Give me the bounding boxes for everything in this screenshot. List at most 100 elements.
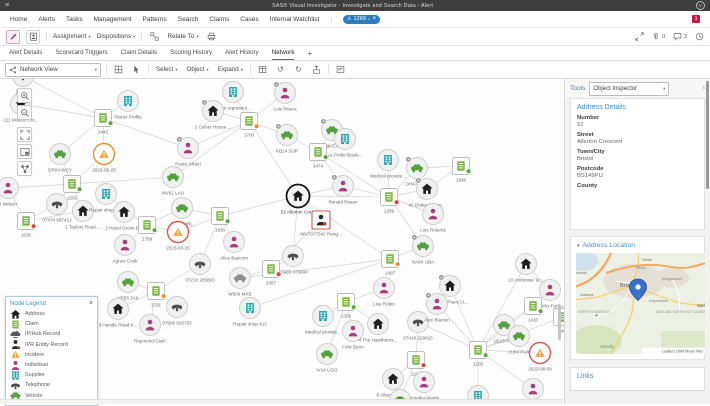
details-button[interactable] <box>26 30 40 44</box>
graph-node-agnes[interactable]: Agnes Cook <box>112 235 138 264</box>
nav-item-alerts[interactable]: Alerts <box>38 16 55 23</box>
zoom-in-button[interactable] <box>17 88 32 103</box>
graph-node-medical2[interactable]: Medical provide... <box>305 306 341 335</box>
graph-node-c1497[interactable]: 1497 <box>382 251 401 276</box>
tab-scoring-history[interactable]: Scoring History <box>170 49 212 60</box>
relate-icon-button[interactable] <box>148 30 161 43</box>
user-avatar[interactable]: V <box>696 1 705 10</box>
nav-item-claims[interactable]: Claims <box>209 16 229 23</box>
tab-network[interactable]: Network <box>272 49 295 60</box>
graph-node-c1709[interactable]: 1709 <box>139 217 158 242</box>
graph-node-p07418[interactable]: 07418 229015 <box>403 312 433 341</box>
fullscreen-button[interactable] <box>635 32 644 41</box>
graph-node-w0315[interactable]: 2023-03-15 <box>166 222 190 251</box>
graph-node-paula[interactable]: Paula Johen <box>175 137 201 167</box>
assignment-menu[interactable]: Assignment▾ <box>53 33 91 40</box>
zoom-out-button[interactable] <box>17 105 32 120</box>
redo-button[interactable]: ↻ <box>292 63 305 76</box>
network-view-select[interactable]: Network View ▾ <box>5 63 101 77</box>
graph-node-luisriv[interactable]: Luis Rivera <box>274 82 297 112</box>
tab-alert-history[interactable]: Alert History <box>225 49 259 60</box>
graph-node-aller52[interactable]: 52 Allerton Cre... <box>281 185 315 215</box>
address-location-header[interactable]: ▾ Address Location <box>577 242 699 249</box>
graph-node-wu[interactable]: WU7077342 Reng... <box>300 211 342 237</box>
graph-node-kb14[interactable]: KB14 SUP <box>276 124 298 154</box>
dispositions-menu[interactable]: Dispositions▾ <box>97 33 136 40</box>
graph-node-dr04[interactable]: DR04 WCY <box>48 144 72 173</box>
tab-alert-details[interactable]: Alert Details <box>9 49 42 60</box>
undo-button[interactable]: ↺ <box>274 63 287 76</box>
graph-node-na84[interactable]: NA84 UBA <box>412 235 435 265</box>
graph-node-luisrob[interactable]: Luis Roberts <box>420 204 446 233</box>
table-view-button[interactable] <box>256 63 269 76</box>
nav-item-cases[interactable]: Cases <box>240 16 258 23</box>
add-tab-button[interactable]: + <box>307 49 312 60</box>
edit-button[interactable] <box>6 30 20 44</box>
graph-node-shop412[interactable]: Repair shop 412 <box>233 298 267 327</box>
expand-menu[interactable]: Expand▾ <box>216 66 245 73</box>
graph-node-ronald[interactable]: Ronald Rosen <box>328 175 358 205</box>
graph-node-c1938[interactable]: 1938 <box>453 158 472 183</box>
graph-node-c1030[interactable]: 1030 <box>18 213 37 238</box>
tool-selector[interactable]: Object Inspector ▾ <box>589 82 669 96</box>
graph-node-hawthorns[interactable]: 4 The Hawthorns... <box>359 314 398 343</box>
graph-vertical-scrollbar[interactable] <box>558 304 561 340</box>
graph-node-nelson[interactable]: J Nelson <box>0 178 19 207</box>
graph-node-c1503[interactable]: 1503 <box>64 176 83 201</box>
graph-node-p07210[interactable]: 07210 285803 <box>185 254 215 283</box>
attachments-button[interactable]: 0 <box>652 32 666 41</box>
graph-node-c1791[interactable]: 1791 <box>148 283 167 308</box>
fit-view-button[interactable] <box>17 127 32 142</box>
tab-scorecard-triggers[interactable]: Scorecard Triggers <box>55 49 107 60</box>
graph-node-w506[interactable]: W506 MXB <box>228 268 251 297</box>
nav-item-search[interactable]: Search <box>178 16 199 23</box>
pointer-mode-button[interactable] <box>130 63 143 76</box>
graph-node-medical1[interactable]: Medical provide... <box>370 150 406 179</box>
print-button[interactable] <box>205 30 218 43</box>
graph-node-c1259[interactable]: 1259 <box>381 189 400 214</box>
graph-node-c3357[interactable]: 3357 <box>263 261 282 286</box>
graph-node-c1410[interactable]: 1410 <box>525 298 544 323</box>
graph-node-alexb[interactable]: Alex Blannin <box>424 293 450 323</box>
graph-node-taylors[interactable]: 1 Taylors Road ... <box>65 201 101 230</box>
tab-claim-details[interactable]: Claim Details <box>121 49 157 60</box>
notification-badge[interactable]: 1 <box>692 15 700 23</box>
alert-tab-badge[interactable]: ⚠ 1269* × <box>343 15 380 24</box>
close-icon[interactable]: × <box>89 300 93 307</box>
graph-node-w0809[interactable]: 2023-08-09 <box>528 343 552 372</box>
history-button[interactable] <box>695 32 704 41</box>
graph-node-hp55[interactable]: HP55 JAX <box>117 272 138 301</box>
nav-item-management[interactable]: Management <box>94 16 132 23</box>
graph-node-c1700[interactable]: 1700 <box>241 113 260 138</box>
panel-collapse-button[interactable]: › <box>703 85 705 92</box>
address-map[interactable]: Stoke Filton Kingswood Bristol Keynsham … <box>576 253 705 354</box>
graph-node-w0625[interactable]: 2023-06-25 <box>92 144 116 173</box>
layout-button[interactable] <box>17 161 32 176</box>
graph-node-ju04[interactable]: JU04 PUX <box>508 326 529 355</box>
graph-node-iv14[interactable]: IV14 UGG <box>316 344 338 373</box>
close-icon[interactable]: × <box>373 16 377 22</box>
graph-node-c3474[interactable]: 3474 <box>310 144 329 169</box>
comments-button[interactable]: 3 <box>673 32 687 41</box>
nav-item-patterns[interactable]: Patterns <box>143 16 167 23</box>
relate-to-menu[interactable]: Relate To▾ <box>167 33 198 40</box>
graph-node-c2442[interactable]: 2442 <box>95 110 114 135</box>
graph-node-alice[interactable]: Alice Bascom <box>220 232 248 261</box>
graph-node-p07906[interactable]: 07906 620750 <box>162 297 192 326</box>
select-menu[interactable]: Select▾ <box>154 66 180 73</box>
graph-node-planet[interactable]: Planet Profits <box>114 91 142 120</box>
graph-node-c1350[interactable]: 1350 <box>338 294 357 319</box>
export-button[interactable] <box>310 63 323 76</box>
graph-node-felix[interactable]: Felix Benn <box>342 321 364 350</box>
graph-node-c1205[interactable]: 1205 <box>470 342 489 367</box>
nav-item-tasks[interactable]: Tasks <box>66 16 83 23</box>
graph-node-raymond[interactable]: Raymond Cash <box>134 315 166 344</box>
overview-button[interactable] <box>17 144 32 159</box>
nav-item-home[interactable]: Home <box>10 16 27 23</box>
graph-node-lisa[interactable]: Lisa Robin <box>373 278 395 307</box>
nav-item-internal-watchlist[interactable]: Internal Watchlist <box>270 16 320 23</box>
display-options-button[interactable] <box>334 63 347 76</box>
object-menu[interactable]: Object▾ <box>185 66 211 73</box>
snapshot-button[interactable] <box>112 63 125 76</box>
panel-scrollbar[interactable] <box>706 81 709 189</box>
